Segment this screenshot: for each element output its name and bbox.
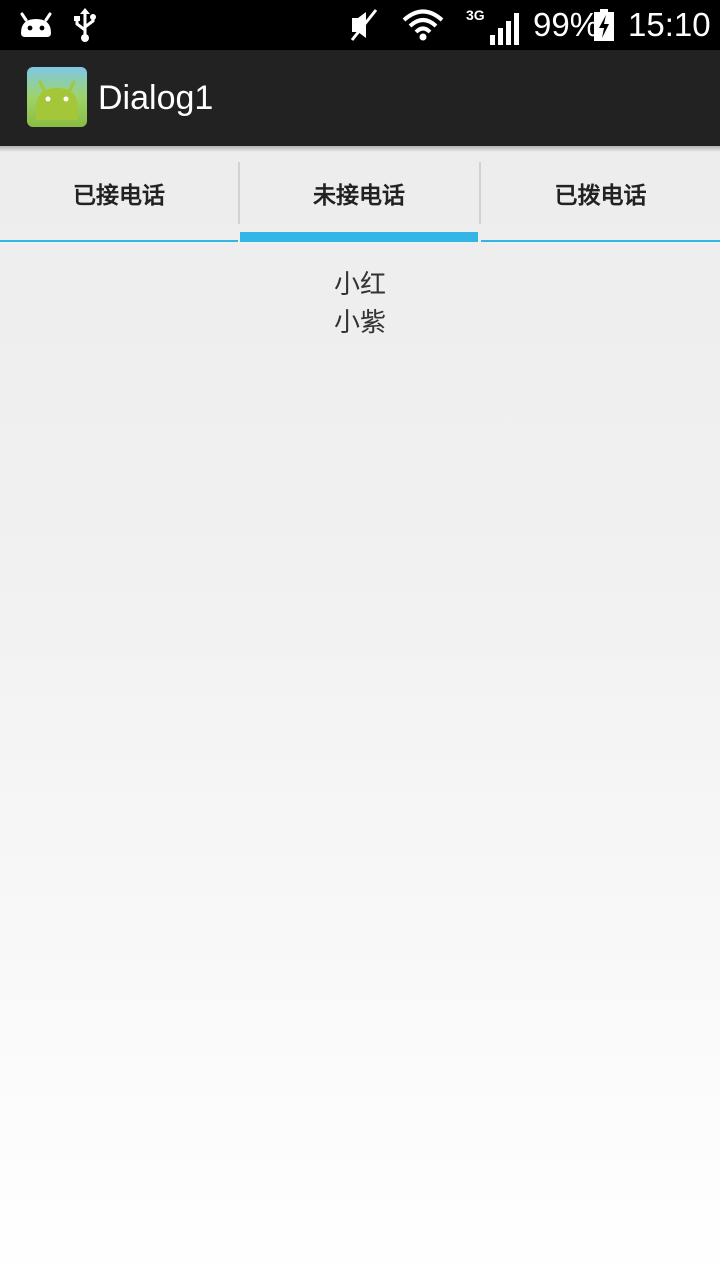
tab-label: 已接电话 — [73, 183, 165, 209]
signal-3g-icon: 3G — [466, 0, 522, 50]
android-app-icon[interactable] — [26, 66, 88, 128]
tab-indicator-selected — [240, 232, 478, 242]
app-title: Dialog1 — [98, 79, 214, 117]
action-bar: Dialog1 — [0, 50, 720, 152]
tab-received-calls[interactable]: 已接电话 — [0, 152, 238, 242]
network-type-label: 3G — [466, 7, 485, 23]
contact-list: 小红 小紫 — [0, 266, 720, 342]
tab-indicator — [481, 240, 720, 242]
usb-icon — [72, 0, 98, 50]
tab-missed-calls[interactable]: 未接电话 — [240, 152, 478, 242]
tab-dialed-calls[interactable]: 已拨电话 — [481, 152, 720, 242]
clock: 15:10 — [628, 6, 711, 43]
tab-label: 已拨电话 — [554, 183, 647, 209]
wifi-icon — [402, 0, 444, 50]
battery-percentage: 99% — [533, 6, 600, 43]
tab-indicator — [0, 240, 238, 242]
list-item[interactable]: 小紫 — [0, 304, 720, 342]
list-item[interactable]: 小红 — [0, 266, 720, 304]
status-bar: 3G 99% 15:10 — [0, 0, 720, 50]
battery-charging-icon — [594, 0, 614, 50]
mute-icon — [348, 0, 380, 50]
tab-bar: 已接电话 未接电话 已拨电话 — [0, 152, 720, 242]
tab-label: 未接电话 — [313, 183, 405, 209]
android-notification-icon — [18, 0, 54, 50]
